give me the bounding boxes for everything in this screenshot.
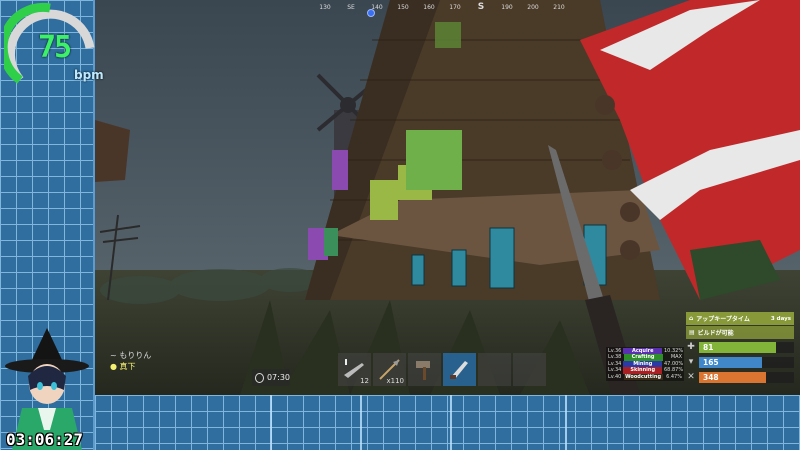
compass-heading: 200 bbox=[527, 4, 539, 11]
skill-levels-panel: Lv.36 Acquire 10.32% Lv.38 Crafting MAX Lv.34 M… bbox=[606, 347, 684, 382]
water-value: 165 bbox=[703, 357, 719, 367]
compass-heading: 140 bbox=[371, 4, 383, 11]
team-chat: ~ もりりん ● 真下 bbox=[110, 350, 151, 372]
food-stat: ✕ 348 bbox=[686, 370, 794, 384]
grid-marker bbox=[450, 395, 452, 450]
heart-rate-gauge: 75 bpm bbox=[4, 2, 104, 94]
build-notice: ▤ ビルドが可能 bbox=[686, 326, 794, 339]
compass-heading: 210 bbox=[553, 4, 565, 11]
compass-heading: SE bbox=[347, 4, 355, 11]
heart-rate-value: 75 bbox=[38, 30, 72, 65]
upkeep-value: 3 days bbox=[770, 315, 791, 322]
chat-line: ~ もりりん bbox=[110, 351, 152, 360]
compass-heading: 190 bbox=[501, 4, 513, 11]
game-clock: 07:30 bbox=[252, 369, 290, 386]
build-icon: ▤ bbox=[689, 329, 695, 336]
water-cup-icon: ▾ bbox=[688, 357, 694, 367]
hotbar-quantity: 12 bbox=[360, 377, 369, 385]
hotbar-slot-6[interactable] bbox=[513, 353, 546, 386]
hotbar-slot-2[interactable]: x110 bbox=[373, 353, 406, 386]
upkeep-notice: ⌂ アップキープタイム 3 days bbox=[686, 312, 794, 325]
clock-icon bbox=[255, 372, 264, 383]
compass-heading: 130 bbox=[319, 4, 331, 11]
skill-row: Lv.40 Woodcutting 6.47% bbox=[608, 373, 682, 381]
hotbar-slot-1[interactable]: 12 bbox=[338, 353, 371, 386]
compass-bar: 130 SE 140 150 160 170 S 190 200 210 bbox=[315, 2, 590, 22]
compass-heading: 170 bbox=[449, 4, 461, 11]
build-label: ビルドが可能 bbox=[697, 330, 734, 337]
grid-marker bbox=[360, 395, 362, 450]
food-fork-icon: ✕ bbox=[687, 372, 695, 382]
hotbar-quantity: x110 bbox=[386, 377, 404, 385]
home-icon: ⌂ bbox=[689, 315, 694, 322]
clock-time: 07:30 bbox=[266, 373, 290, 382]
hotbar: 12 x110 bbox=[338, 353, 546, 386]
health-stat: ✚ 81 bbox=[686, 340, 794, 354]
upkeep-label: アップキープタイム bbox=[696, 316, 750, 323]
grid-marker bbox=[565, 395, 567, 450]
hotbar-slot-3[interactable] bbox=[408, 353, 441, 386]
heart-rate-unit: bpm bbox=[74, 68, 104, 82]
skill-level: Lv.40 bbox=[608, 373, 622, 380]
skill-name: Woodcutting bbox=[623, 373, 663, 381]
stream-timer: 03:06:27 bbox=[6, 430, 84, 449]
bottom-overlay-grid bbox=[95, 395, 800, 450]
grid-marker bbox=[270, 395, 272, 450]
health-value: 81 bbox=[703, 342, 714, 352]
water-stat: ▾ 165 bbox=[686, 355, 794, 369]
player-status: ⌂ アップキープタイム 3 days ▤ ビルドが可能 ✚ 81 ▾ 165 ✕… bbox=[686, 312, 794, 385]
chat-line: ● 真下 bbox=[110, 362, 136, 371]
health-icon: ✚ bbox=[687, 342, 695, 352]
compass-heading: 150 bbox=[397, 4, 409, 11]
compass-heading: 160 bbox=[423, 4, 435, 11]
hotbar-slot-4[interactable] bbox=[443, 353, 476, 386]
food-value: 348 bbox=[703, 372, 719, 382]
compass-heading: S bbox=[477, 2, 485, 12]
skill-progress: 6.47% bbox=[666, 373, 682, 380]
hotbar-slot-5[interactable] bbox=[478, 353, 511, 386]
hammer-icon bbox=[416, 361, 430, 380]
knife-icon bbox=[450, 361, 468, 379]
